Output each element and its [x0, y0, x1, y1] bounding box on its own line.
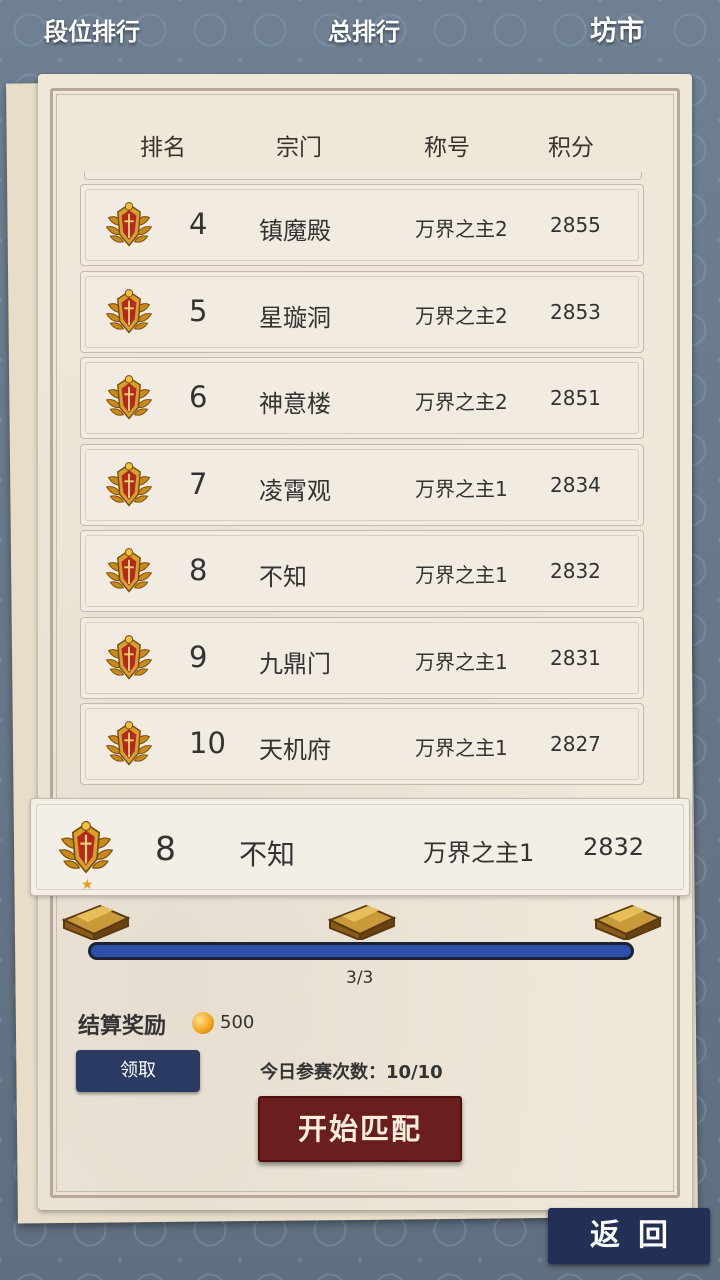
reward-label: 结算奖励: [78, 1014, 167, 1039]
rank-medal-icon: [101, 284, 157, 340]
row-rank: 7: [189, 466, 208, 501]
row-title: 万界之主2: [415, 390, 508, 414]
my-sect: 不知: [239, 838, 296, 871]
star-icon: ★: [81, 877, 94, 893]
row-score: 2834: [550, 472, 601, 497]
rank-medal-icon: [101, 716, 157, 772]
row-sect: 天机府: [259, 736, 331, 764]
row-sect: 凌霄观: [259, 476, 331, 505]
ranking-row[interactable]: 5 星璇洞 万界之主2 2853: [80, 270, 644, 353]
rank-medal-icon: [101, 630, 157, 686]
ranking-row[interactable]: 4 镇魔殿 万界之主2 2855: [80, 184, 644, 266]
row-title: 万界之主2: [415, 303, 508, 328]
rank-medal-icon: [101, 197, 157, 253]
header-sect: 宗门: [276, 135, 322, 161]
header-rank: 排名: [140, 135, 186, 161]
start-match-button[interactable]: 开始匹配: [258, 1096, 462, 1162]
row-title: 万界之主1: [415, 649, 508, 674]
back-button[interactable]: 返回: [548, 1208, 710, 1264]
row-score: 2831: [550, 645, 601, 670]
reward-value: 500: [220, 1012, 255, 1033]
row-sect: 九鼎门: [259, 649, 331, 678]
chest-icon[interactable]: [60, 896, 132, 940]
progress-bar: [88, 942, 634, 960]
my-ranking-row: ★ 8 不知 万界之主1 2832: [30, 798, 690, 896]
row-score: 2827: [550, 732, 601, 756]
row-title: 万界之主1: [415, 736, 508, 760]
my-rank: 8: [155, 829, 176, 868]
progress-text: 3/3: [346, 968, 374, 988]
progress-fill: [91, 945, 631, 957]
row-score: 2853: [550, 299, 601, 324]
row-rank: 4: [189, 207, 208, 241]
row-rank: 10: [189, 726, 226, 760]
rank-medal-icon: [101, 457, 157, 513]
row-title: 万界之主2: [415, 217, 508, 241]
row-sect: 不知: [259, 563, 307, 591]
coin-icon: [192, 1012, 214, 1034]
row-rank: 6: [189, 380, 208, 414]
row-sect: 星璇洞: [259, 303, 331, 332]
tab-total-ranking[interactable]: 总排行: [328, 12, 400, 52]
row-score: 2855: [550, 213, 601, 237]
header-title: 称号: [424, 135, 470, 161]
ranking-row[interactable]: 9 九鼎门 万界之主1 2831: [80, 616, 644, 699]
ranking-row[interactable]: 8 不知 万界之主1 2832: [80, 530, 644, 612]
tab-market[interactable]: 坊市: [590, 12, 644, 52]
my-score: 2832: [583, 833, 645, 861]
list-top-edge: [84, 172, 642, 180]
my-title: 万界之主1: [423, 839, 535, 867]
chest-icon[interactable]: [326, 896, 398, 940]
rank-medal-icon: [101, 370, 157, 426]
row-title: 万界之主1: [415, 476, 508, 501]
ranking-row[interactable]: 10 天机府 万界之主1 2827: [80, 703, 644, 785]
row-sect: 神意楼: [259, 390, 331, 418]
ranking-row[interactable]: 6 神意楼 万界之主2 2851: [80, 357, 644, 439]
tab-rank-ranking[interactable]: 段位排行: [44, 12, 140, 52]
row-sect: 镇魔殿: [259, 217, 331, 245]
ranking-row[interactable]: 7 凌霄观 万界之主1 2834: [80, 443, 644, 526]
rank-medal-icon: [101, 543, 157, 599]
claim-button[interactable]: 领取: [76, 1050, 200, 1092]
row-rank: 9: [189, 639, 208, 674]
row-title: 万界之主1: [415, 563, 508, 587]
row-rank: 8: [189, 553, 208, 587]
row-rank: 5: [189, 293, 208, 328]
rank-medal-icon: [53, 815, 119, 881]
match-count-text: 今日参赛次数：10/10: [260, 1062, 443, 1083]
header-score: 积分: [548, 135, 594, 161]
chest-icon[interactable]: [592, 896, 664, 940]
row-score: 2832: [550, 559, 601, 583]
row-score: 2851: [550, 386, 601, 410]
